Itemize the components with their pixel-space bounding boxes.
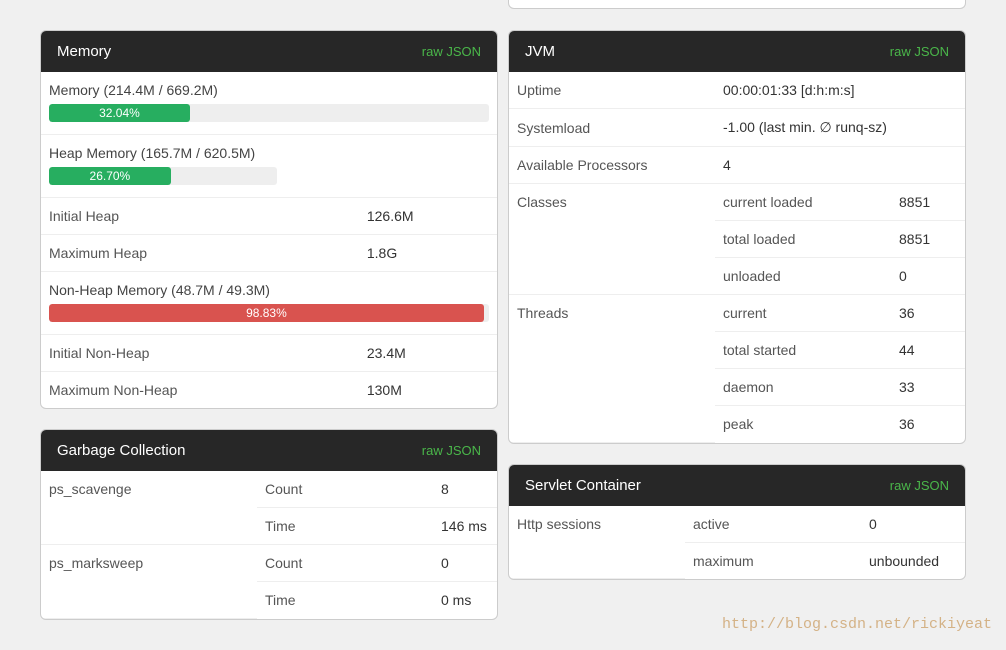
gc-raw-json-link[interactable]: raw JSON bbox=[422, 443, 481, 458]
servlet-raw-json-link[interactable]: raw JSON bbox=[890, 478, 949, 493]
table-row: Classes current loaded8851 bbox=[509, 184, 965, 221]
memory-heap-bar: 26.70% bbox=[49, 167, 171, 185]
memory-card: Memory raw JSON Memory (214.4M / 669.2M)… bbox=[40, 30, 498, 409]
table-row: Systemload-1.00 (last min. ∅ runq-sz) bbox=[509, 109, 965, 147]
jvm-raw-json-link[interactable]: raw JSON bbox=[890, 44, 949, 59]
gc-card: Garbage Collection raw JSON ps_scavenge … bbox=[40, 429, 498, 620]
table-row: Initial Heap126.6M bbox=[41, 198, 497, 235]
memory-total-label: Memory (214.4M / 669.2M) bbox=[41, 82, 497, 104]
table-row: Maximum Heap1.8G bbox=[41, 235, 497, 272]
table-row: Initial Non-Heap23.4M bbox=[41, 335, 497, 372]
table-row: ps_marksweep Count 0 bbox=[41, 545, 497, 582]
memory-heap-label: Heap Memory (165.7M / 620.5M) bbox=[41, 145, 497, 167]
table-row: Uptime00:00:01:33 [d:h:m:s] bbox=[509, 72, 965, 109]
gc-title: Garbage Collection bbox=[57, 442, 185, 459]
servlet-card: Servlet Container raw JSON Http sessions… bbox=[508, 464, 966, 581]
memory-title: Memory bbox=[57, 43, 111, 60]
top-card-edge bbox=[508, 0, 966, 9]
table-row: ps_scavenge Count 8 bbox=[41, 471, 497, 508]
table-row: Maximum Non-Heap130M bbox=[41, 372, 497, 409]
memory-raw-json-link[interactable]: raw JSON bbox=[422, 44, 481, 59]
jvm-title: JVM bbox=[525, 43, 555, 60]
servlet-title: Servlet Container bbox=[525, 477, 641, 494]
table-row: Http sessions active0 bbox=[509, 506, 965, 543]
memory-nonheap-bar: 98.83% bbox=[49, 304, 484, 322]
memory-nonheap-label: Non-Heap Memory (48.7M / 49.3M) bbox=[41, 282, 497, 304]
jvm-card: JVM raw JSON Uptime00:00:01:33 [d:h:m:s]… bbox=[508, 30, 966, 444]
table-row: Available Processors4 bbox=[509, 147, 965, 184]
table-row: Threads current36 bbox=[509, 295, 965, 332]
memory-total-bar: 32.04% bbox=[49, 104, 190, 122]
